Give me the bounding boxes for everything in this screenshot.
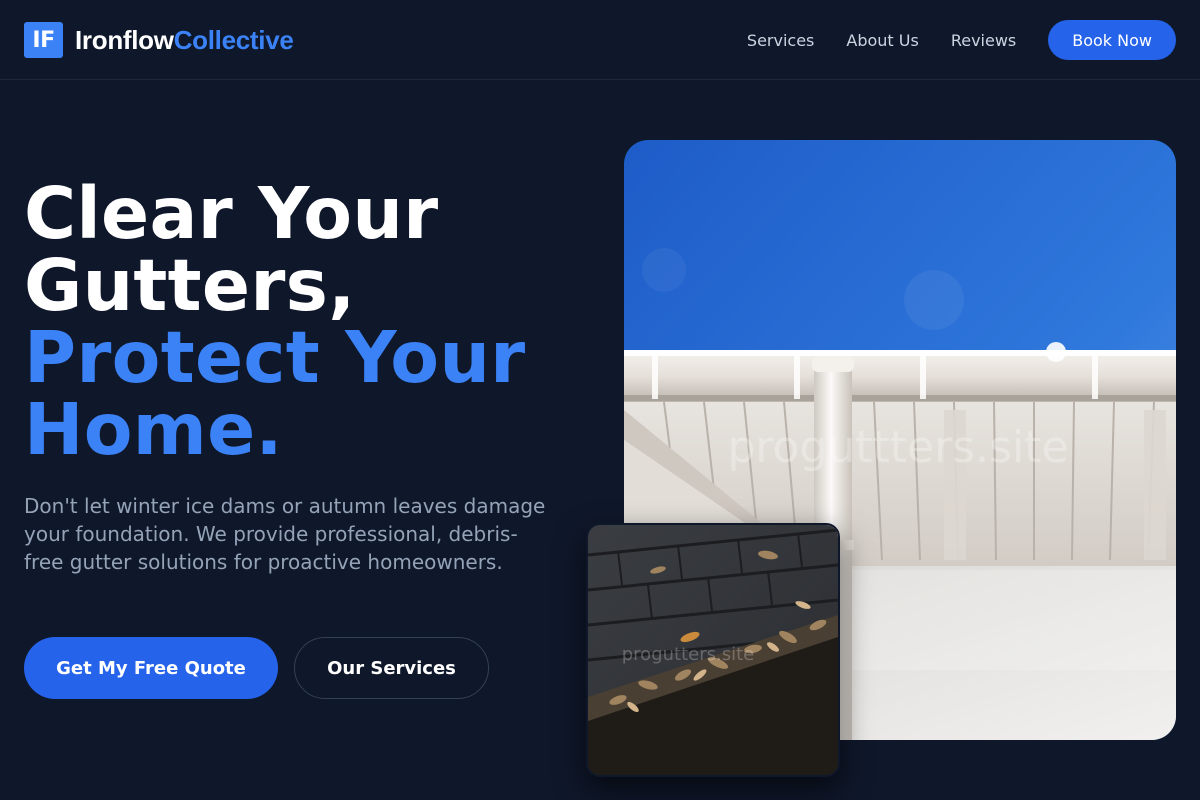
- site-header: IF IronflowCollective Services About Us …: [0, 0, 1200, 80]
- main-nav: Services About Us Reviews Book Now: [747, 20, 1176, 60]
- nav-link-services[interactable]: Services: [747, 31, 814, 50]
- logo[interactable]: IF IronflowCollective: [24, 22, 294, 58]
- hero-description: Don't let winter ice dams or autumn leav…: [24, 494, 546, 574]
- hero-title-line-4: Home.: [24, 388, 283, 471]
- main-image-watermark: proguttters.site: [727, 422, 1068, 473]
- brand-name-primary: Ironflow: [75, 24, 174, 55]
- get-free-quote-button[interactable]: Get My Free Quote: [24, 637, 278, 699]
- hero-title-line-3: Protect Your: [24, 316, 526, 399]
- logo-mark: IF: [24, 22, 63, 58]
- hero-title-line-1: Clear Your: [24, 172, 439, 255]
- logo-text: IronflowCollective: [75, 25, 294, 56]
- our-services-button[interactable]: Our Services: [294, 637, 489, 699]
- brand-name-accent: Collective: [173, 24, 294, 55]
- book-now-button[interactable]: Book Now: [1048, 20, 1176, 60]
- small-image-watermark: progutters.site: [622, 644, 754, 665]
- nav-link-reviews[interactable]: Reviews: [951, 31, 1016, 50]
- hero-title-line-2: Gutters,: [24, 244, 356, 327]
- roof-leaves-photo: progutters.site: [586, 523, 840, 777]
- nav-link-about-us[interactable]: About Us: [846, 31, 918, 50]
- hero-title: Clear Your Gutters, Protect Your Home.: [24, 178, 526, 466]
